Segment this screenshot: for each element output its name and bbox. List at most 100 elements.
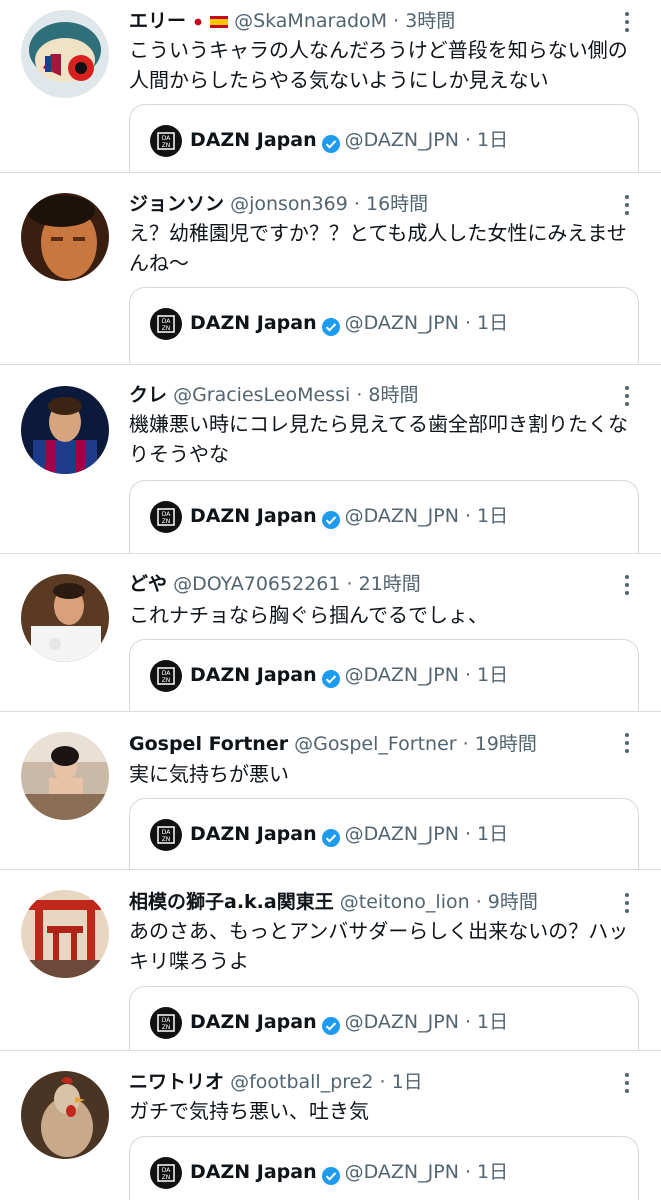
- timestamp[interactable]: 16時間: [366, 193, 428, 215]
- quoted-tweet[interactable]: DA ZN DAZN Japan @DAZN_JPN · 1日: [129, 104, 639, 172]
- quoted-tweet[interactable]: DA ZN DAZN Japan @DAZN_JPN · 1日: [129, 1136, 639, 1200]
- quoted-tweet[interactable]: DA ZN DAZN Japan @DAZN_JPN · 1日: [129, 798, 639, 869]
- more-options-icon[interactable]: [621, 191, 633, 221]
- svg-text:ZN: ZN: [162, 836, 171, 843]
- timestamp[interactable]: 9時間: [488, 891, 538, 913]
- dazn-logo-icon: DA ZN: [150, 818, 182, 851]
- quote-display-name[interactable]: DAZN Japan: [190, 1161, 317, 1183]
- tweet-header: クレ @GraciesLeoMessi · 8時間: [129, 380, 621, 410]
- quote-user-handle[interactable]: @DAZN_JPN: [345, 664, 459, 686]
- avatar[interactable]: [21, 386, 109, 474]
- quote-timestamp[interactable]: 1日: [477, 312, 508, 334]
- timestamp[interactable]: 19時間: [475, 733, 537, 755]
- timestamp[interactable]: 21時間: [359, 573, 421, 595]
- quote-user-handle[interactable]: @DAZN_JPN: [345, 312, 459, 334]
- display-name[interactable]: ニワトリオ: [129, 1071, 224, 1093]
- user-handle[interactable]: @teitono_lion: [340, 891, 470, 913]
- user-handle[interactable]: @DOYA70652261: [173, 573, 340, 595]
- tweet-header: 相模の獅子a.k.a関東王 @teitono_lion · 9時間: [129, 887, 621, 917]
- quote-timestamp[interactable]: 1日: [477, 505, 508, 527]
- tweet-header: エリー @SkaMnaradoM · 3時間: [129, 6, 621, 36]
- separator-dot: ·: [464, 505, 471, 527]
- verified-badge-icon: [321, 1013, 341, 1035]
- quote-user-handle[interactable]: @DAZN_JPN: [345, 1161, 459, 1183]
- quote-user-handle[interactable]: @DAZN_JPN: [345, 1011, 459, 1033]
- timestamp[interactable]: 8時間: [368, 384, 418, 406]
- tweet[interactable]: ニワトリオ @football_pre2 · 1日 ガチで気持ち悪い、吐き気 D…: [0, 1051, 661, 1200]
- tweet[interactable]: エリー @SkaMnaradoM · 3時間 こういうキャラの人なんだろうけど普…: [0, 0, 661, 173]
- more-options-icon[interactable]: [621, 8, 633, 38]
- tweet-text: ガチで気持ち悪い、吐き気: [129, 1099, 369, 1123]
- quote-timestamp[interactable]: 1日: [477, 1161, 508, 1183]
- display-name[interactable]: どや: [129, 573, 167, 595]
- quote-user-handle[interactable]: @DAZN_JPN: [345, 505, 459, 527]
- user-handle[interactable]: @football_pre2: [230, 1071, 373, 1093]
- tweet[interactable]: 相模の獅子a.k.a関東王 @teitono_lion · 9時間 あのさあ、も…: [0, 870, 661, 1051]
- separator-dot: ·: [464, 664, 471, 686]
- timestamp[interactable]: 3時間: [405, 10, 455, 32]
- svg-text:DA: DA: [162, 1017, 172, 1024]
- avatar[interactable]: [21, 732, 109, 820]
- more-options-icon[interactable]: [621, 889, 633, 919]
- avatar[interactable]: [21, 574, 109, 662]
- quote-display-name[interactable]: DAZN Japan: [190, 505, 317, 527]
- separator-dot: ·: [346, 573, 353, 595]
- quoted-tweet[interactable]: DA ZN DAZN Japan @DAZN_JPN · 1日: [129, 480, 639, 553]
- quoted-tweet[interactable]: DA ZN DAZN Japan @DAZN_JPN · 1日: [129, 287, 639, 364]
- verified-badge-icon: [321, 314, 341, 336]
- separator-dot: ·: [353, 193, 360, 215]
- svg-text:DA: DA: [162, 318, 172, 325]
- quote-user-handle[interactable]: @DAZN_JPN: [345, 823, 459, 845]
- tweet-header: Gospel Fortner @Gospel_Fortner · 19時間: [129, 729, 621, 759]
- more-options-icon[interactable]: [621, 571, 633, 601]
- separator-dot: ·: [475, 891, 482, 913]
- separator-dot: ·: [356, 384, 363, 406]
- tweet[interactable]: どや @DOYA70652261 · 21時間 これナチョなら胸ぐら掴んでるでし…: [0, 554, 661, 712]
- quote-display-name[interactable]: DAZN Japan: [190, 823, 317, 845]
- quote-timestamp[interactable]: 1日: [477, 129, 508, 151]
- quoted-tweet[interactable]: DA ZN DAZN Japan @DAZN_JPN · 1日: [129, 639, 639, 711]
- svg-text:ZN: ZN: [162, 1174, 171, 1181]
- display-name[interactable]: ジョンソン: [129, 193, 224, 215]
- verified-badge-icon: [321, 507, 341, 529]
- quote-display-name[interactable]: DAZN Japan: [190, 664, 317, 686]
- dazn-logo-icon: DA ZN: [150, 500, 182, 533]
- dazn-logo-icon: DA ZN: [150, 1156, 182, 1189]
- quote-timestamp[interactable]: 1日: [477, 1011, 508, 1033]
- more-options-icon[interactable]: [621, 729, 633, 759]
- tweet-text: これナチョなら胸ぐら掴んでるでしょ、: [129, 603, 488, 627]
- avatar[interactable]: [21, 890, 109, 978]
- avatar[interactable]: [21, 10, 109, 98]
- timestamp[interactable]: 1日: [392, 1071, 423, 1093]
- quote-display-name[interactable]: DAZN Japan: [190, 129, 317, 151]
- separator-dot: ·: [462, 733, 469, 755]
- more-options-icon[interactable]: [621, 1069, 633, 1099]
- dazn-logo-icon: DA ZN: [150, 307, 182, 340]
- display-name[interactable]: クレ: [129, 384, 167, 406]
- dazn-logo-icon: DA ZN: [150, 659, 182, 692]
- tweet[interactable]: ジョンソン @jonson369 · 16時間 え？幼稚園児ですか？？とても成人…: [0, 173, 661, 365]
- display-name[interactable]: Gospel Fortner: [129, 733, 288, 755]
- user-handle[interactable]: @jonson369: [230, 193, 348, 215]
- avatar[interactable]: [21, 1071, 109, 1159]
- tweet[interactable]: クレ @GraciesLeoMessi · 8時間 機嫌悪い時にコレ見たら見えて…: [0, 365, 661, 554]
- verified-badge-icon: [321, 666, 341, 688]
- separator-dot: ·: [393, 10, 400, 32]
- more-options-icon[interactable]: [621, 382, 633, 412]
- quote-display-name[interactable]: DAZN Japan: [190, 1011, 317, 1033]
- quote-user-handle[interactable]: @DAZN_JPN: [345, 129, 459, 151]
- tweet-text: え？幼稚園児ですか？？とても成人した女性にみえませんね〜: [129, 221, 627, 275]
- user-handle[interactable]: @Gospel_Fortner: [294, 733, 456, 755]
- tweet-text: こういうキャラの人なんだろうけど普段を知らない側の人間からしたらやる気ないように…: [129, 38, 628, 92]
- quote-timestamp[interactable]: 1日: [477, 823, 508, 845]
- display-name[interactable]: エリー: [129, 10, 186, 32]
- avatar[interactable]: [21, 193, 109, 281]
- quote-display-name[interactable]: DAZN Japan: [190, 312, 317, 334]
- tweet[interactable]: Gospel Fortner @Gospel_Fortner · 19時間 実に…: [0, 712, 661, 870]
- quoted-tweet[interactable]: DA ZN DAZN Japan @DAZN_JPN · 1日: [129, 986, 639, 1050]
- display-name[interactable]: 相模の獅子a.k.a関東王: [129, 891, 334, 913]
- japan-flag-icon: [190, 7, 207, 37]
- quote-timestamp[interactable]: 1日: [477, 664, 508, 686]
- user-handle[interactable]: @SkaMnaradoM: [234, 10, 387, 32]
- user-handle[interactable]: @GraciesLeoMessi: [173, 384, 350, 406]
